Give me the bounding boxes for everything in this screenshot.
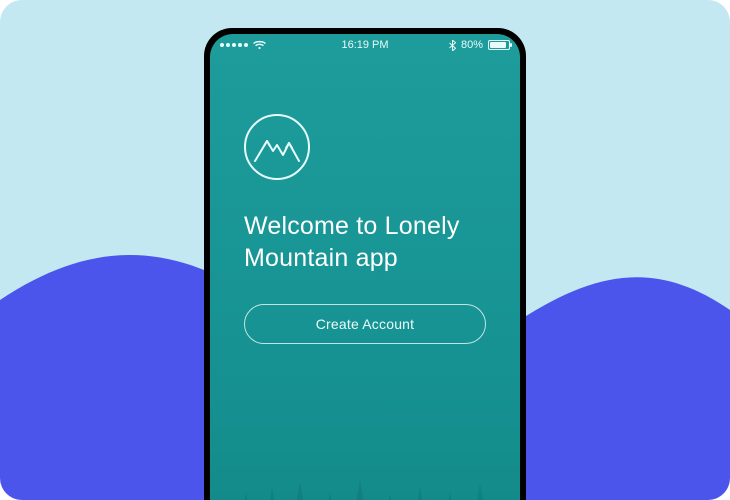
- bluetooth-icon: [449, 40, 456, 51]
- welcome-headline: Welcome to Lonely Mountain app: [244, 210, 486, 274]
- wifi-icon: [253, 40, 266, 50]
- status-bar: 16:19 PM 80%: [210, 34, 520, 56]
- battery-percent-label: 80%: [461, 39, 483, 51]
- welcome-content: Welcome to Lonely Mountain app Create Ac…: [210, 56, 520, 344]
- app-logo-mountain-icon: [244, 114, 310, 180]
- create-account-button[interactable]: Create Account: [244, 304, 486, 344]
- status-bar-right: 80%: [365, 39, 510, 51]
- battery-icon: [488, 40, 510, 50]
- create-account-label: Create Account: [316, 316, 415, 332]
- phone-frame: 16:19 PM 80%: [204, 28, 526, 500]
- status-bar-left: [220, 40, 365, 50]
- phone-screen: 16:19 PM 80%: [210, 34, 520, 500]
- showcase-card: 16:19 PM 80%: [0, 0, 730, 500]
- forest-silhouette: [210, 432, 520, 500]
- signal-dots-icon: [220, 43, 248, 47]
